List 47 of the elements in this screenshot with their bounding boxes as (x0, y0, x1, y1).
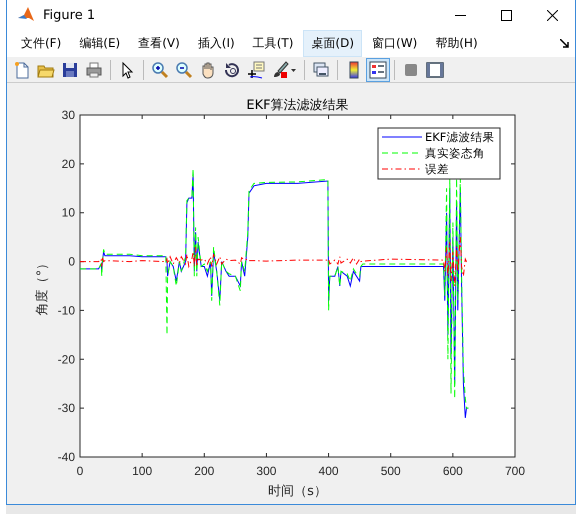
printer-icon (85, 60, 103, 78)
y-tick-label: -40 (58, 450, 75, 464)
x-tick-label: 100 (132, 464, 152, 478)
y-tick-label: 20 (62, 156, 75, 171)
x-tick-label: 300 (256, 464, 276, 478)
linked-windows-icon (312, 60, 330, 78)
x-tick-label: 600 (442, 464, 463, 478)
x-tick-label: 200 (194, 464, 214, 478)
legend-icon (369, 60, 387, 78)
menu-item[interactable]: 桌面(D) (303, 30, 362, 57)
menu-item[interactable]: 查看(V) (130, 30, 188, 57)
legend-label: 真实姿态角 (425, 146, 485, 160)
x-tick-label: 700 (504, 464, 526, 478)
x-tick-label: 0 (76, 464, 84, 478)
window-panel-icon (426, 60, 444, 78)
data-cursor-icon (247, 60, 265, 78)
menu-item[interactable]: 帮助(H) (427, 30, 486, 57)
zoom-in-icon (151, 60, 169, 78)
y-axis-label: 角度（°） (35, 256, 50, 316)
zoom-out-icon (175, 60, 193, 78)
x-tick-label: 400 (318, 464, 339, 478)
y-tick-label: -10 (58, 303, 75, 318)
menu-item[interactable]: 插入(I) (190, 30, 243, 57)
maximize-icon (500, 10, 512, 20)
y-tick-label: 30 (62, 108, 75, 122)
close-icon (546, 10, 558, 20)
menu-item[interactable]: 工具(T) (244, 30, 302, 57)
y-tick-label: -20 (58, 352, 75, 366)
y-tick-label: -30 (58, 401, 75, 416)
rotate-icon (223, 60, 241, 78)
menu-item[interactable]: 窗口(W) (364, 30, 426, 57)
new-file-icon (13, 60, 31, 78)
brush-icon (271, 60, 297, 78)
window-title: Figure 1 (43, 8, 96, 22)
x-tick-label: 500 (380, 464, 401, 478)
menu-item[interactable]: 文件(F) (13, 30, 70, 57)
chart-title: EKF算法滤波结果 (246, 98, 349, 113)
menu-item[interactable]: 编辑(E) (71, 30, 128, 57)
y-tick-label: 0 (68, 254, 75, 269)
legend-label: 误差 (425, 162, 449, 176)
x-axis-label: 时间（s） (268, 484, 327, 499)
minimize-icon (454, 14, 466, 16)
legend-label: EKF滤波结果 (425, 130, 494, 144)
y-tick-label: 10 (62, 206, 75, 220)
app-logo-icon (17, 6, 35, 24)
toolbar-button[interactable] (366, 58, 390, 82)
dock-arrow-icon[interactable] (560, 39, 569, 48)
